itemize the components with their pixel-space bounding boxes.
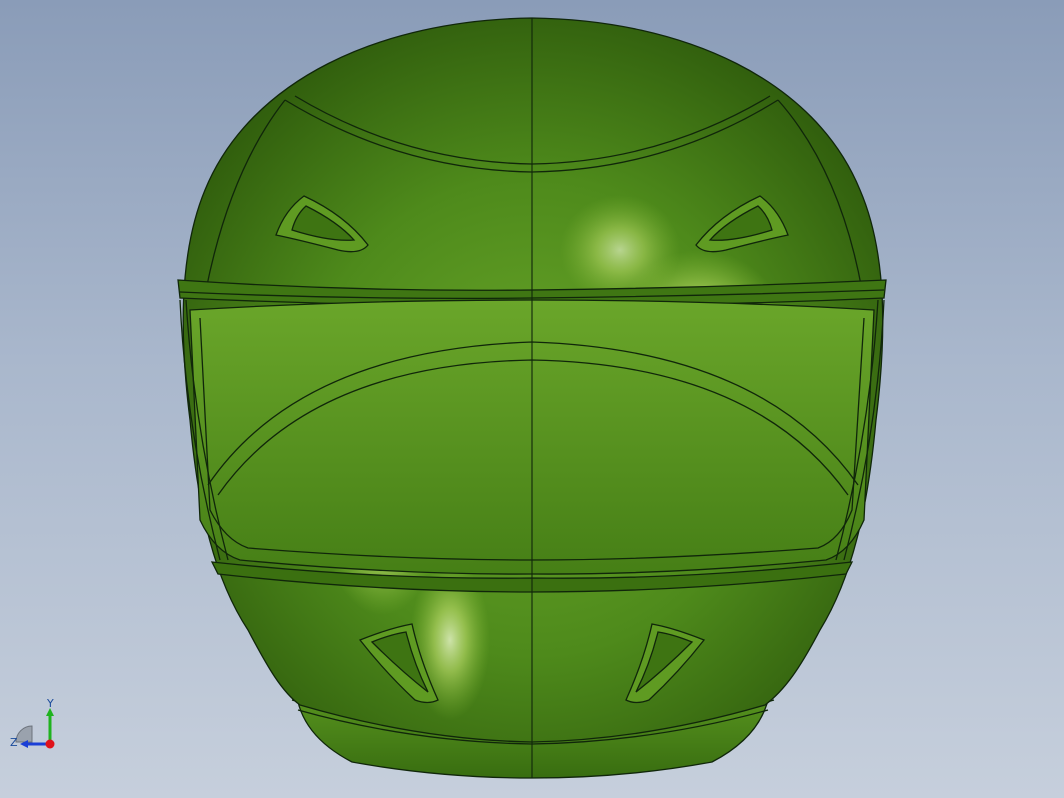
triad-quarter-disc — [15, 725, 33, 743]
axis-triad: Y Z — [10, 698, 55, 749]
helmet-model[interactable] — [177, 17, 887, 779]
y-axis-label: Y — [46, 698, 54, 710]
x-axis-dot — [45, 739, 55, 749]
z-axis-label: Z — [10, 736, 18, 749]
3d-viewport[interactable] — [0, 0, 1064, 798]
